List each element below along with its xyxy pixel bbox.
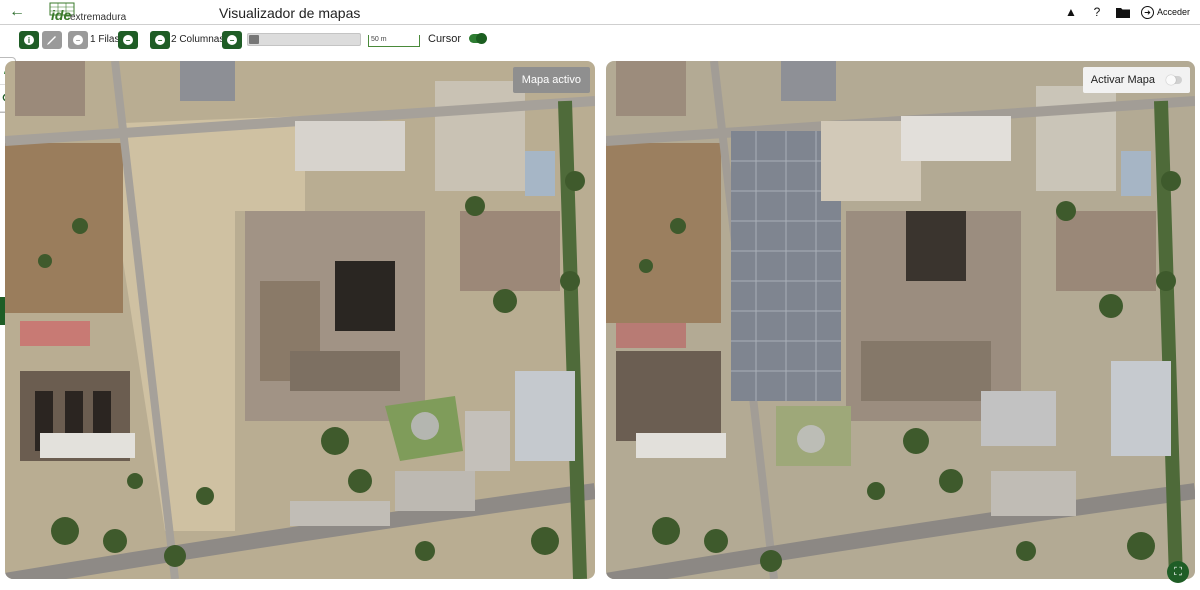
- columns-increase-button[interactable]: −: [222, 31, 242, 49]
- help-question-icon[interactable]: ?: [1089, 4, 1105, 20]
- activate-map-control[interactable]: Activar Mapa: [1082, 67, 1190, 93]
- minus-icon: −: [73, 35, 83, 45]
- login-label: Acceder: [1156, 7, 1190, 17]
- activate-map-label: Activar Mapa: [1090, 74, 1155, 86]
- header-actions: ▲ ? ➜ Acceder: [1063, 4, 1190, 20]
- fullscreen-icon[interactable]: ⛶: [1167, 561, 1189, 583]
- rows-label: 1 Filas: [90, 34, 120, 45]
- rows-increase-button[interactable]: −: [118, 31, 138, 49]
- active-map-badge: Mapa activo: [512, 67, 590, 93]
- cursor-label: Cursor: [428, 33, 462, 45]
- plus-icon: −: [123, 35, 133, 45]
- map-toolbar: i − 1 Filas − − 2 Columnas − 50 m Cursor: [0, 27, 1200, 53]
- opacity-slider[interactable]: [247, 33, 361, 46]
- warning-icon[interactable]: ▲: [1063, 4, 1079, 20]
- logo-text: extremadura: [70, 12, 127, 23]
- layers-button[interactable]: [42, 31, 62, 49]
- rows-decrease-button[interactable]: −: [68, 31, 88, 49]
- aerial-imagery-right[interactable]: [606, 61, 1195, 579]
- logo-mark: ide: [51, 7, 72, 23]
- columns-label: 2 Columnas: [171, 34, 225, 45]
- layers-icon: [47, 36, 56, 45]
- columns-decrease-button[interactable]: −: [150, 31, 170, 49]
- app-header: ← ide extremadura Visualizador de mapas …: [0, 0, 1200, 25]
- activate-map-toggle[interactable]: [1166, 75, 1182, 85]
- plus-icon: −: [227, 35, 237, 45]
- slider-handle[interactable]: [249, 35, 259, 44]
- minus-icon: −: [155, 35, 165, 45]
- login-icon: ➜: [1140, 5, 1154, 19]
- map-panel-right[interactable]: Activar Mapa: [606, 61, 1195, 579]
- map-panel-left[interactable]: Mapa activo: [5, 61, 595, 579]
- folder-icon[interactable]: [1115, 4, 1131, 20]
- login-button[interactable]: ➜ Acceder: [1140, 5, 1190, 19]
- info-button[interactable]: i: [19, 31, 39, 49]
- info-icon: i: [24, 35, 34, 45]
- back-arrow-icon[interactable]: ←: [8, 3, 26, 21]
- scale-bar: 50 m: [368, 35, 420, 47]
- aerial-imagery-left[interactable]: [5, 61, 595, 579]
- page-title: Visualizador de mapas: [219, 5, 361, 21]
- cursor-toggle[interactable]: [469, 33, 487, 44]
